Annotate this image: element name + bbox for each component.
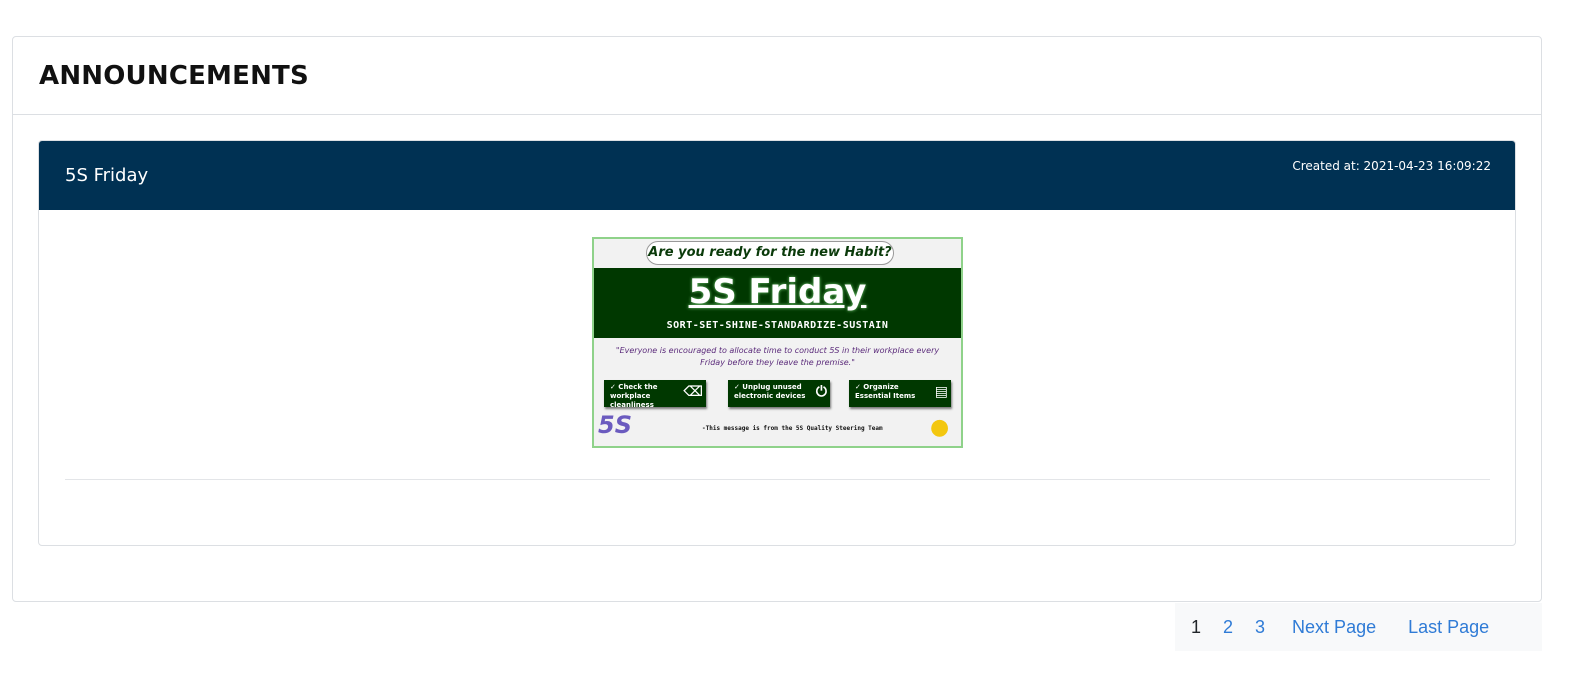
flyer-item-unplug: ✓ Unplug unused electronic devices ⏻ — [728, 380, 830, 407]
announcement-created-date: Created at: 2021-04-23 16:09:22 — [1292, 159, 1491, 173]
announcements-header: ANNOUNCEMENTS — [13, 37, 1541, 115]
divider — [65, 479, 1490, 480]
lightbulb-icon: ● — [930, 415, 950, 440]
announcements-card: ANNOUNCEMENTS 5S Friday Created at: 2021… — [12, 36, 1542, 602]
announcement-item: 5S Friday Created at: 2021-04-23 16:09:2… — [38, 140, 1516, 546]
announcement-title: 5S Friday — [65, 165, 149, 186]
page-title: ANNOUNCEMENTS — [39, 60, 309, 91]
broom-icon: ⌫ — [683, 384, 703, 400]
flyer-title-band: 5S Friday SORT-SET-SHINE-STANDARDIZE-SUS… — [594, 268, 961, 338]
flyer-item-cleanliness: ✓ Check the workplace cleanliness ⌫ — [604, 380, 706, 409]
flyer-title: 5S Friday — [688, 272, 867, 312]
flyer-item-text: ✓ Organize Essential Items — [855, 383, 916, 400]
page-3-link[interactable]: 3 — [1244, 617, 1276, 638]
document-icon: ▤ — [934, 384, 948, 400]
flyer-quote: "Everyone is encouraged to allocate time… — [615, 346, 940, 367]
announcement-flyer-image: Are you ready for the new Habit? 5S Frid… — [592, 237, 963, 448]
flyer-item-organize: ✓ Organize Essential Items ▤ — [849, 380, 951, 407]
announcement-header: 5S Friday Created at: 2021-04-23 16:09:2… — [39, 141, 1515, 210]
last-page-link[interactable]: Last Page — [1392, 617, 1505, 638]
flyer-item-text: ✓ Unplug unused electronic devices — [734, 383, 806, 400]
announcement-body: Are you ready for the new Habit? 5S Frid… — [39, 210, 1515, 545]
flyer-item-text: ✓ Check the workplace cleanliness — [610, 383, 658, 409]
flyer-footer: -This message is from the 5S Quality Ste… — [702, 425, 883, 432]
flyer-subtitle: SORT-SET-SHINE-STANDARDIZE-SUSTAIN — [666, 320, 889, 331]
pagination: 1 2 3 Next Page Last Page — [1175, 603, 1542, 651]
page-2-link[interactable]: 2 — [1212, 617, 1244, 638]
page-1-link[interactable]: 1 — [1175, 617, 1212, 638]
flyer-5s-logo: 5S — [598, 411, 632, 439]
power-icon: ⏻ — [815, 384, 827, 400]
next-page-link[interactable]: Next Page — [1276, 617, 1392, 638]
flyer-tagline: Are you ready for the new Habit? — [646, 241, 894, 265]
